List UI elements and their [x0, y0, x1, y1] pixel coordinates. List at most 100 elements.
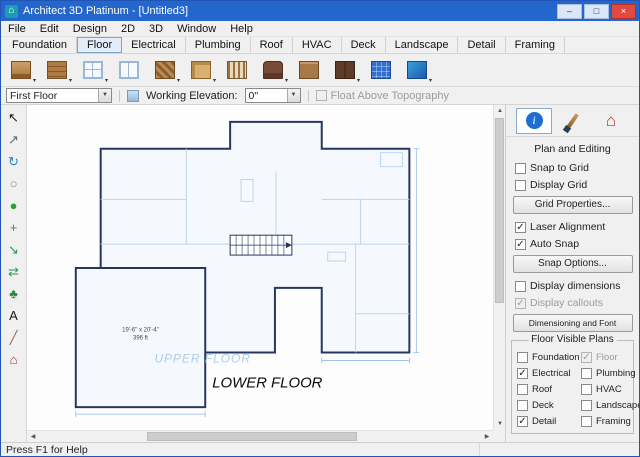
dimension-auto-tool[interactable]: ⇄ [3, 261, 25, 282]
checkbox-framing[interactable]: Framing [581, 415, 635, 428]
float-above-topography-checkbox[interactable]: Float Above Topography [316, 89, 449, 103]
checkbox-display-callouts[interactable]: Display callouts [515, 296, 639, 310]
window-controls: –□× [556, 1, 639, 21]
rotate-tool[interactable]: ↻ [3, 151, 25, 172]
floor-select[interactable]: First Floor ▼ [6, 88, 112, 103]
working-elevation-input[interactable]: 0" ▼ [245, 88, 301, 103]
maximize-button[interactable]: □ [584, 4, 609, 19]
checkbox-box-icon [581, 352, 592, 363]
window-tool[interactable]: ▾ [78, 57, 108, 84]
checkbox-hvac[interactable]: HVAC [581, 383, 635, 396]
tab-landscape[interactable]: Landscape [386, 37, 459, 53]
close-button[interactable]: × [611, 4, 636, 19]
separator [119, 90, 120, 102]
electrical-panel-tool[interactable] [366, 57, 396, 84]
chevron-down-icon[interactable]: ▼ [287, 89, 300, 102]
main-toolbar: ▾▾▾▾▾▾▾▾ [1, 54, 639, 87]
scroll-right-icon[interactable]: ▶ [481, 431, 493, 443]
button-dimensioning-and-font-options[interactable]: Dimensioning and Font Options... [513, 314, 633, 332]
canvas-area: 19'-6" x 20'-4" 396 ft UPPER FLOOR LOWER… [27, 105, 505, 442]
plan-editing-button[interactable]: i [516, 108, 552, 134]
tab-detail[interactable]: Detail [458, 37, 505, 53]
house-icon: ⌂ [606, 112, 616, 129]
checkbox-laser-alignment[interactable]: Laser Alignment [515, 220, 639, 234]
checkbox-auto-snap[interactable]: Auto Snap [515, 237, 639, 251]
cabinet-tool[interactable]: ▾ [6, 57, 36, 84]
menu-design[interactable]: Design [66, 22, 114, 36]
checkbox-floor[interactable]: Floor [581, 351, 635, 364]
floor-plan-canvas[interactable]: 19'-6" x 20'-4" 396 ft UPPER FLOOR LOWER… [27, 105, 493, 430]
scroll-left-icon[interactable]: ◀ [27, 431, 39, 443]
lower-floor-label: LOWER FLOOR [212, 374, 322, 391]
button-snap-options[interactable]: Snap Options... [513, 255, 633, 273]
table-tool[interactable] [294, 57, 324, 84]
tab-hvac[interactable]: HVAC [293, 37, 342, 53]
scrollbar-corner [493, 430, 505, 442]
edit-arrow-tool[interactable]: ↗ [3, 129, 25, 150]
menu-window[interactable]: Window [170, 22, 223, 36]
window-tall-tool[interactable] [114, 57, 144, 84]
checkbox-display-dimensions[interactable]: Display dimensions [515, 279, 639, 293]
tab-electrical[interactable]: Electrical [122, 37, 186, 53]
chevron-down-icon[interactable]: ▼ [98, 89, 111, 102]
checkbox-label: Detail [532, 416, 556, 427]
vertical-scrollbar[interactable]: ▲ ▼ [493, 105, 505, 430]
tab-framing[interactable]: Framing [506, 37, 565, 53]
menu-help[interactable]: Help [223, 22, 260, 36]
checkbox-box-icon [581, 384, 592, 395]
dresser-tool[interactable]: ▾ [42, 57, 72, 84]
button-grid-properties[interactable]: Grid Properties... [513, 196, 633, 214]
checkbox-label: Auto Snap [530, 238, 579, 250]
ruler-tool[interactable]: ╱ [3, 327, 25, 348]
sofa-tool[interactable]: ▾ [258, 57, 288, 84]
camera-house-tool[interactable]: ⌂ [3, 349, 25, 370]
checkbox-foundation[interactable]: Foundation [517, 351, 577, 364]
horizontal-scrollbar[interactable]: ◀ ▶ [27, 430, 493, 442]
menu-3d[interactable]: 3D [142, 22, 170, 36]
hedge-tool[interactable]: ♣ [3, 283, 25, 304]
checkbox-snap-to-grid[interactable]: Snap to Grid [515, 161, 639, 175]
wardrobe-tool[interactable]: ▾ [330, 57, 360, 84]
status-text: Press F1 for Help [6, 444, 88, 456]
add-tool[interactable]: + [3, 217, 25, 238]
checkbox-label: Framing [596, 416, 631, 427]
checkbox-deck[interactable]: Deck [517, 399, 577, 412]
point-tool[interactable]: ● [3, 195, 25, 216]
dropdown-arrow-icon: ▾ [429, 78, 432, 84]
scroll-up-icon[interactable]: ▲ [494, 105, 506, 117]
railing-tool[interactable] [222, 57, 252, 84]
view-3d-button[interactable]: ⌂ [593, 108, 629, 134]
tab-roof[interactable]: Roof [251, 37, 293, 53]
side-panel: i⌂ Plan and Editing Snap to GridDisplay … [505, 105, 639, 442]
stairs-tool[interactable]: ▾ [150, 57, 180, 84]
checkbox-display-grid[interactable]: Display Grid [515, 178, 639, 192]
materials-button[interactable] [555, 108, 591, 134]
checkbox-label: Snap to Grid [530, 162, 589, 174]
horizontal-scroll-thumb[interactable] [147, 432, 357, 441]
checkbox-landscape[interactable]: Landscape [581, 399, 635, 412]
door-tool[interactable]: ▾ [186, 57, 216, 84]
checkbox-roof[interactable]: Roof [517, 383, 577, 396]
door-icon [191, 61, 211, 79]
select-tool[interactable]: ↖ [3, 107, 25, 128]
minimize-button[interactable]: – [557, 4, 582, 19]
checkbox-label: Foundation [532, 352, 580, 363]
deck-panel-tool[interactable]: ▾ [402, 57, 432, 84]
dimension-tool[interactable]: ↘ [3, 239, 25, 260]
vertical-scroll-thumb[interactable] [495, 118, 504, 303]
checkbox-plumbing[interactable]: Plumbing [581, 367, 635, 380]
menu-edit[interactable]: Edit [33, 22, 66, 36]
elevation-icon [127, 90, 139, 102]
eraser-tool[interactable]: ○ [3, 173, 25, 194]
text-tool[interactable]: A [3, 305, 25, 326]
tab-plumbing[interactable]: Plumbing [186, 37, 251, 53]
scroll-down-icon[interactable]: ▼ [494, 418, 506, 430]
checkbox-detail[interactable]: Detail [517, 415, 577, 428]
tab-foundation[interactable]: Foundation [3, 37, 77, 53]
tab-deck[interactable]: Deck [342, 37, 386, 53]
menu-2d[interactable]: 2D [114, 22, 142, 36]
tab-floor[interactable]: Floor [77, 37, 122, 53]
menu-file[interactable]: File [1, 22, 33, 36]
checkbox-label: Plumbing [596, 368, 636, 379]
checkbox-electrical[interactable]: Electrical [517, 367, 577, 380]
